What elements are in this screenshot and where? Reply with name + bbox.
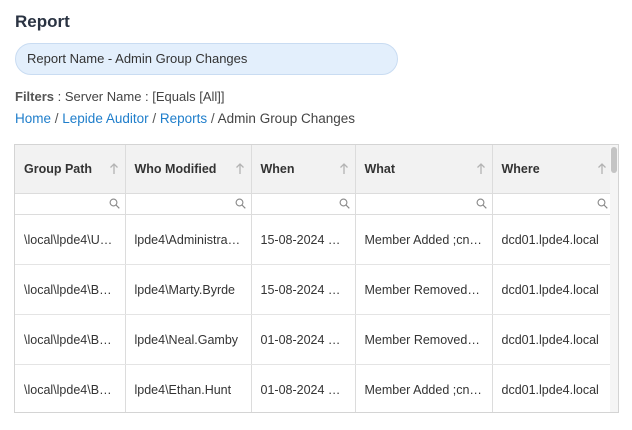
filters-value: : Server Name : [Equals [All]]	[54, 89, 225, 104]
cell-where: dcd01.lpde4.local	[492, 364, 613, 412]
table-row[interactable]: \local\lpde4\Builtin\Administratorslpde4…	[15, 264, 613, 315]
filter-input-what[interactable]	[355, 194, 492, 214]
column-header-group-path[interactable]: Group Path	[15, 145, 126, 194]
table-row[interactable]: \local\lpde4\Builtin\Administratorslpde4…	[15, 364, 613, 412]
search-icon[interactable]	[235, 198, 246, 209]
filter-cell-who-modified	[125, 193, 252, 215]
sort-arrow-up-icon[interactable]	[476, 163, 486, 175]
column-header-where[interactable]: Where	[492, 145, 613, 194]
breadcrumb-home[interactable]: Home	[15, 111, 51, 126]
cell-when: 01-08-2024 11:18:52	[251, 364, 356, 412]
table-body: \local\lpde4\Users\Administratorslpde4\A…	[15, 214, 613, 412]
search-icon[interactable]	[109, 198, 120, 209]
column-header-content: Who Modified	[126, 162, 251, 176]
cell-what: Member Added ;cn=Marty.Byrde	[355, 214, 493, 265]
sort-arrow-up-icon[interactable]	[235, 163, 245, 175]
filters-label: Filters	[15, 89, 55, 104]
cell-who-modified: lpde4\Ethan.Hunt	[125, 364, 252, 412]
report-table: Group Path Who Modified When What Where \loc…	[15, 145, 613, 412]
column-header-label: When	[260, 162, 295, 176]
column-header-content: Group Path	[15, 162, 125, 176]
filter-input-where[interactable]	[492, 194, 613, 214]
breadcrumb-separator: /	[51, 111, 63, 126]
column-header-what[interactable]: What	[355, 145, 493, 194]
breadcrumb-current: Admin Group Changes	[217, 111, 355, 126]
report-page: Report Report Name - Admin Group Changes…	[0, 0, 632, 430]
column-header-who-modified[interactable]: Who Modified	[125, 145, 252, 194]
cell-where: dcd01.lpde4.local	[492, 264, 613, 315]
report-name-pill: Report Name - Admin Group Changes	[15, 43, 398, 75]
breadcrumb-separator: /	[207, 111, 218, 126]
cell-when: 01-08-2024 11:24:09	[251, 314, 356, 365]
filter-cell-where	[492, 193, 613, 215]
page-title: Report	[15, 12, 70, 31]
cell-who-modified: lpde4\Administrator	[125, 214, 252, 265]
cell-when: 15-08-2024 07:05:31	[251, 264, 356, 315]
cell-when: 15-08-2024 07:12:44	[251, 214, 356, 265]
cell-group-path: \local\lpde4\Users\Administrators	[15, 214, 126, 265]
scrollbar-thumb[interactable]	[611, 147, 617, 173]
table-row[interactable]: \local\lpde4\Builtin\Administratorslpde4…	[15, 314, 613, 365]
sort-arrow-up-icon[interactable]	[597, 163, 607, 175]
filter-cell-when	[251, 193, 356, 215]
cell-group-path: \local\lpde4\Builtin\Administrators	[15, 314, 126, 365]
filter-cell-group-path	[15, 193, 126, 215]
filter-cell-what	[355, 193, 493, 215]
cell-where: dcd01.lpde4.local	[492, 214, 613, 265]
cell-who-modified: lpde4\Neal.Gamby	[125, 314, 252, 365]
breadcrumb: Home / Lepide Auditor / Reports / Admin …	[15, 111, 355, 126]
column-header-when[interactable]: When	[251, 145, 356, 194]
header-row: Group Path Who Modified When What Where	[15, 145, 613, 194]
filter-cell-wrapper	[492, 194, 613, 214]
breadcrumb-lepide-auditor[interactable]: Lepide Auditor	[62, 111, 148, 126]
sort-arrow-up-icon[interactable]	[339, 163, 349, 175]
report-grid: Group Path Who Modified When What Where \loc…	[14, 144, 619, 413]
filter-cell-wrapper	[15, 194, 125, 214]
column-header-label: What	[364, 162, 396, 176]
filters-summary: Filters : Server Name : [Equals [All]]	[15, 89, 225, 104]
filter-row	[15, 193, 613, 215]
filter-input-who-modified[interactable]	[125, 194, 251, 214]
cell-what: Member Removed ;cn=Ethan.Hunt	[355, 314, 493, 365]
cell-what: Member Removed ;cn=Neal.Gamby	[355, 264, 493, 315]
cell-group-path: \local\lpde4\Builtin\Administrators	[15, 364, 126, 412]
cell-who-modified: lpde4\Marty.Byrde	[125, 264, 252, 315]
column-header-content: What	[356, 162, 492, 176]
column-header-label: Group Path	[24, 162, 93, 176]
search-icon[interactable]	[597, 198, 608, 209]
search-icon[interactable]	[476, 198, 487, 209]
filter-cell-wrapper	[125, 194, 251, 214]
cell-where: dcd01.lpde4.local	[492, 314, 613, 365]
filter-cell-wrapper	[355, 194, 492, 214]
cell-group-path: \local\lpde4\Builtin\Administrators	[15, 264, 126, 315]
column-header-content: When	[252, 162, 355, 176]
column-header-content: Where	[493, 162, 614, 176]
breadcrumb-separator: /	[148, 111, 160, 126]
sort-arrow-up-icon[interactable]	[109, 163, 119, 175]
search-icon[interactable]	[339, 198, 350, 209]
column-header-label: Where	[501, 162, 540, 176]
cell-what: Member Added ;cn=Neal.Gamby	[355, 364, 493, 412]
vertical-scrollbar[interactable]	[610, 145, 618, 412]
breadcrumb-reports[interactable]: Reports	[160, 111, 207, 126]
filter-cell-wrapper	[251, 194, 355, 214]
column-header-label: Who Modified	[134, 162, 217, 176]
table-row[interactable]: \local\lpde4\Users\Administratorslpde4\A…	[15, 214, 613, 265]
